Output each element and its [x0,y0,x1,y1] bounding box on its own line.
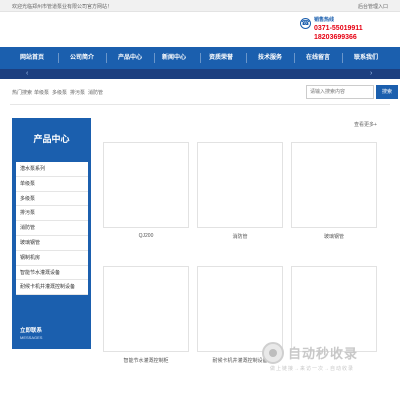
nav-divider [294,53,295,63]
main-nav: 网站首页 公司简介 产品中心 新闻中心 资质荣誉 技术服务 在线留言 联系我们 [0,47,400,69]
watermark: 自动秒收录 做上链接→来访一次→自动收录 [262,340,392,378]
category-item[interactable]: 消防管 [16,221,88,236]
watermark-logo-icon [262,342,284,364]
contact-title[interactable]: 立即联系 [20,326,42,334]
nav-divider [58,53,59,63]
nav-service[interactable]: 技术服务 [248,47,292,69]
category-item[interactable]: 钢制机房 [16,251,88,266]
hot-search-link[interactable]: 单级泵 [34,89,49,96]
more-link[interactable]: 查看更多+ [354,121,377,128]
banner: ‹ › [0,69,400,79]
hot-search-label: 热门搜索 [12,90,33,96]
nav-honors[interactable]: 资质荣誉 [199,47,243,69]
search-button[interactable]: 搜索 [376,85,398,99]
hot-search-link[interactable]: 排污泵 [70,89,85,96]
category-menu: 潜水泵系列 单级泵 多级泵 排污泵 消防管 玻璃钢管 钢制机房 智能节水灌溉设备… [16,162,88,296]
nav-news[interactable]: 新闻中心 [152,47,196,69]
nav-home[interactable]: 网站首页 [10,47,54,69]
product-card[interactable] [103,142,189,228]
phone-icon: ☎ [300,18,311,29]
welcome-text: 欢迎光临郑州市管道泵业有限公司官方网站！ [12,4,113,10]
category-item[interactable]: 单级泵 [16,177,88,192]
category-item[interactable]: 潜水泵系列 [16,162,88,177]
hotline-phone-1: 0371-55019911 [314,25,363,32]
product-card[interactable] [197,142,283,228]
category-item[interactable]: 玻璃钢管 [16,236,88,251]
contact-subtitle: MESSAGES [20,335,43,340]
product-card[interactable] [103,266,189,352]
hotline-label: 销售热线 [314,17,335,23]
sidebar-title: 产品中心 [33,134,70,144]
nav-contact[interactable]: 联系我们 [344,47,388,69]
product-card[interactable] [291,142,377,228]
product-caption[interactable]: 消防管 [197,233,283,240]
divider [10,104,390,105]
hot-search-link[interactable]: 消防管 [88,89,103,96]
nav-divider [106,53,107,63]
watermark-title: 自动秒收录 [288,346,359,361]
hotline-phone-2: 18203699366 [314,34,357,41]
product-caption[interactable]: 玻璃钢管 [291,233,377,240]
sales-hotline: ☎ 销售热线 0371-55019911 18203699366 [300,14,370,46]
nav-message[interactable]: 在线留言 [296,47,340,69]
product-sidebar: 产品中心 潜水泵系列 单级泵 多级泵 排污泵 消防管 玻璃钢管 钢制机房 智能节… [12,118,91,349]
admin-link[interactable]: 后台管理入口 [358,3,388,10]
nav-products[interactable]: 产品中心 [108,47,152,69]
category-item[interactable]: 智能节水灌溉设备 [16,266,88,281]
category-item[interactable]: 耐候卡机井灌溉控制设备 [16,280,88,296]
nav-about[interactable]: 公司简介 [60,47,104,69]
category-item[interactable]: 多级泵 [16,192,88,207]
watermark-subtitle: 做上链接→来访一次→自动收录 [270,366,355,372]
chevron-right-icon[interactable]: › [370,70,372,78]
nav-divider [246,53,247,63]
category-item[interactable]: 排污泵 [16,206,88,222]
product-caption[interactable]: QJ200 [103,233,189,239]
product-caption[interactable]: 智能节水灌溉控制柜 [103,357,189,364]
search-input[interactable] [306,85,374,99]
top-bar: 欢迎光临郑州市管道泵业有限公司官方网站！ 后台管理入口 [0,0,400,12]
nav-divider [342,53,343,63]
hot-search-link[interactable]: 多级泵 [52,89,67,96]
search-bar: 热门搜索 单级泵 多级泵 排污泵 消防管 搜索 [10,85,398,99]
chevron-left-icon[interactable]: ‹ [26,70,28,78]
